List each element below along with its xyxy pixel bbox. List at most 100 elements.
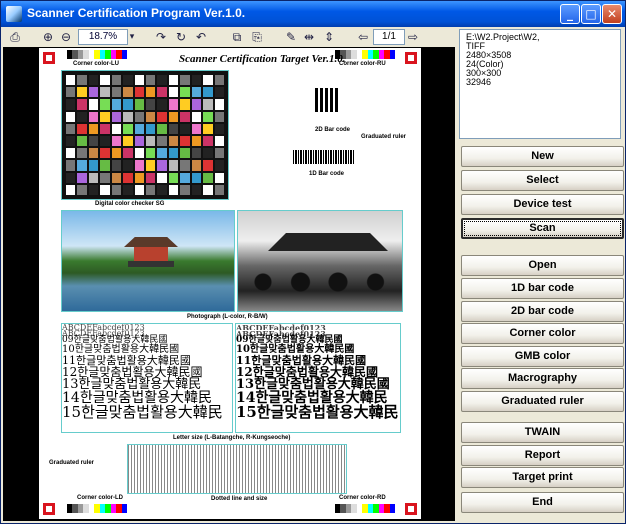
bar1d-button[interactable]: 1D bar code	[461, 278, 624, 299]
corner-colorbar-ld	[67, 504, 127, 513]
corner-color-ru-label: Corner color-RU	[339, 61, 386, 67]
next-page-icon[interactable]: ⇨	[405, 29, 421, 45]
checker-patch	[146, 160, 156, 171]
checker-patch	[191, 75, 202, 86]
corner-colorbar-lu	[67, 50, 127, 59]
checker-patch	[168, 123, 179, 134]
checker-patch	[100, 99, 110, 110]
checker-patch	[123, 99, 133, 110]
checker-patch	[134, 172, 144, 183]
checker-patch	[146, 184, 156, 195]
checker-patch	[88, 75, 99, 86]
corner-mark-ld	[43, 503, 55, 515]
zoom-dropdown-icon[interactable]: ▾	[127, 29, 137, 45]
preview-area[interactable]: Corner color-LU Corner color-RU Scanner …	[3, 47, 455, 521]
checker-patch	[191, 123, 202, 134]
color-checker	[61, 70, 229, 200]
checker-patch	[168, 184, 179, 195]
rotate-180-icon[interactable]: ↻	[173, 29, 189, 45]
checker-patch	[157, 160, 167, 171]
checker-patch	[214, 123, 224, 134]
checker-patch	[191, 172, 202, 183]
maximize-button[interactable]: □	[581, 4, 601, 24]
checker-patch	[214, 160, 224, 171]
measure-icon[interactable]: ✎	[283, 29, 299, 45]
gmb-color-button[interactable]: GMB color	[461, 346, 624, 367]
checker-patch	[157, 184, 167, 195]
rotate-90-icon[interactable]: ↷	[153, 29, 169, 45]
checker-patch	[157, 135, 167, 147]
checker-patch	[191, 111, 202, 122]
device-test-button[interactable]: Device test	[461, 194, 624, 215]
letter-line: 15한글맞춤법활용大韓民	[236, 403, 399, 421]
checker-patch	[168, 160, 179, 171]
zoom-in-icon[interactable]: ⊕	[41, 29, 55, 45]
close-button[interactable]: ✕	[602, 4, 622, 24]
checker-patch	[203, 123, 213, 134]
copy-page-icon[interactable]: ⧉	[229, 29, 245, 45]
corner-color-lu-label: Corner color-LU	[73, 61, 120, 67]
checker-patch	[77, 99, 87, 110]
new-button[interactable]: New	[461, 146, 624, 167]
checker-patch	[88, 135, 99, 147]
checker-patch	[168, 135, 179, 147]
checker-patch	[168, 87, 179, 98]
zoom-level-field[interactable]: 18.7%	[78, 29, 128, 45]
fit-height-icon[interactable]: ⇕	[321, 29, 337, 45]
checker-patch	[146, 87, 156, 98]
checker-patch	[168, 99, 179, 110]
target-print-button[interactable]: Target print	[461, 467, 624, 488]
image-info-box: E:\W2.Project\W2, TIFF 2480×3508 24(Colo…	[459, 29, 621, 139]
checker-patch	[157, 75, 167, 86]
checker-patch	[123, 75, 133, 86]
checker-patch	[203, 87, 213, 98]
twain-button[interactable]: TWAIN	[461, 422, 624, 443]
page-number-field[interactable]: 1/1	[373, 29, 405, 45]
checker-patch	[214, 172, 224, 183]
paste-page-icon[interactable]: ⎘	[249, 29, 265, 45]
macrography-button[interactable]: Macrography	[461, 368, 624, 389]
checker-patch	[180, 172, 190, 183]
checker-patch	[66, 172, 76, 183]
checker-patch	[146, 172, 156, 183]
dotted-label: Dotted line and size	[211, 496, 268, 502]
scan-button[interactable]: Scan	[461, 218, 624, 239]
checker-patch	[191, 87, 202, 98]
checker-patch	[134, 75, 144, 86]
corner-mark-lu	[43, 52, 55, 64]
target-title: Scanner Certification Target Ver.1.0.	[179, 53, 346, 65]
checker-patch	[203, 75, 213, 86]
checker-patch	[123, 148, 133, 159]
print-icon[interactable]: ⎙	[7, 29, 23, 45]
checker-patch	[168, 148, 179, 159]
checker-patch	[66, 135, 76, 147]
checker-patch	[77, 87, 87, 98]
checker-patch	[134, 160, 144, 171]
title-bar[interactable]: Scanner Certification Program Ver.1.0. _…	[1, 1, 625, 27]
checker-patch	[203, 135, 213, 147]
corner-color-button[interactable]: Corner color	[461, 323, 624, 344]
checker-patch	[191, 184, 202, 195]
checker-patch	[100, 135, 110, 147]
checker-patch	[157, 111, 167, 122]
fit-width-icon[interactable]: ⇹	[301, 29, 317, 45]
checker-patch	[123, 111, 133, 122]
checker-patch	[214, 135, 224, 147]
prev-page-icon[interactable]: ⇦	[355, 29, 371, 45]
checker-patch	[77, 123, 87, 134]
bar2d-button[interactable]: 2D bar code	[461, 301, 624, 322]
zoom-out-icon[interactable]: ⊖	[59, 29, 73, 45]
end-button[interactable]: End	[461, 492, 624, 513]
report-button[interactable]: Report	[461, 445, 624, 466]
checker-patch	[180, 135, 190, 147]
corner-mark-rd	[405, 503, 417, 515]
checker-patch	[134, 123, 144, 134]
rotate-270-icon[interactable]: ↶	[193, 29, 209, 45]
select-button[interactable]: Select	[461, 170, 624, 191]
checker-patch	[146, 75, 156, 86]
bw-photo	[237, 210, 403, 312]
open-button[interactable]: Open	[461, 255, 624, 276]
checker-patch	[100, 111, 110, 122]
minimize-button[interactable]: _	[560, 4, 580, 24]
graduated-ruler-button[interactable]: Graduated ruler	[461, 391, 624, 412]
